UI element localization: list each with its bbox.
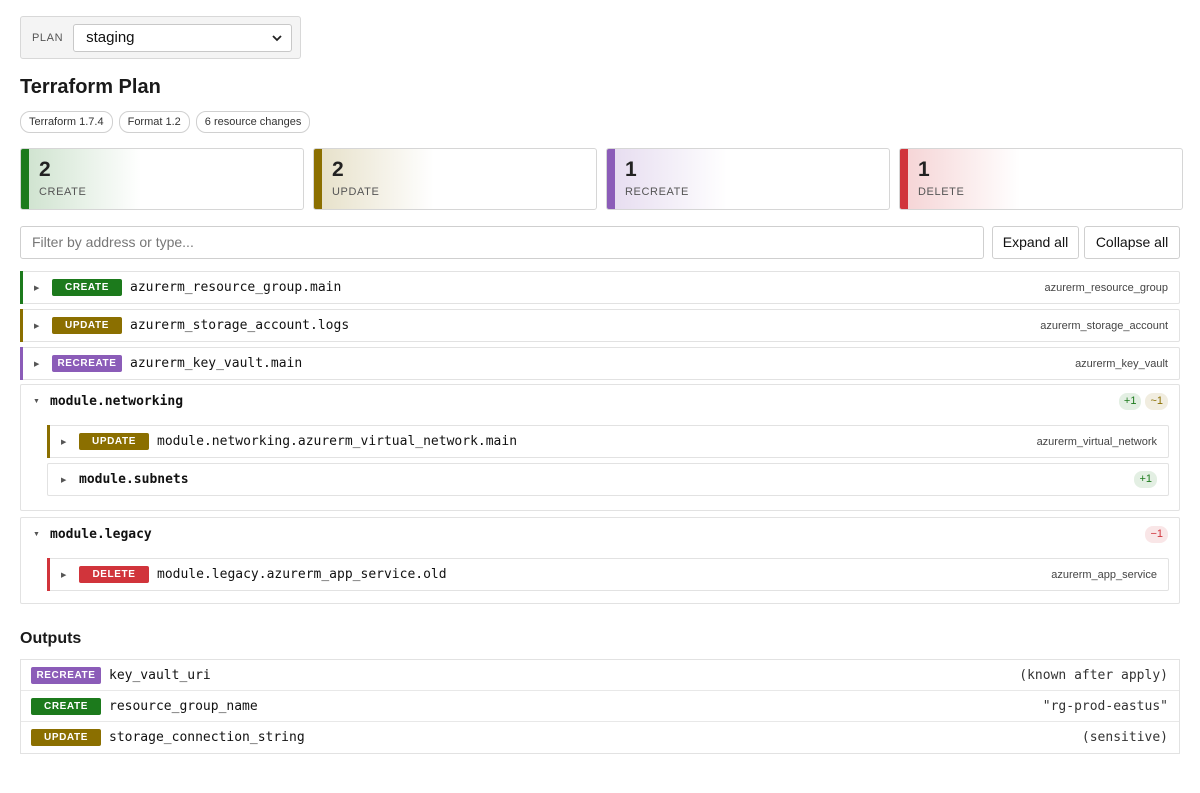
summary-label: UPDATE bbox=[332, 186, 380, 198]
meta-pills: Terraform 1.7.4 Format 1.2 6 resource ch… bbox=[20, 111, 311, 133]
output-name: resource_group_name bbox=[109, 698, 258, 714]
action-badge: CREATE bbox=[31, 697, 101, 715]
expand-arrow-icon[interactable]: ▶ bbox=[34, 322, 42, 330]
plan-select[interactable]: staging bbox=[73, 23, 293, 52]
collapse-arrow-icon[interactable]: ▼ bbox=[33, 398, 41, 405]
action-badge: DELETE bbox=[79, 566, 149, 583]
resource-address: azurerm_key_vault.main bbox=[130, 356, 303, 371]
action-badge: UPDATE bbox=[31, 729, 101, 746]
resource-type: azurerm_key_vault bbox=[1075, 357, 1168, 370]
action-badge: RECREATE bbox=[52, 355, 122, 372]
expand-arrow-icon[interactable]: ▶ bbox=[61, 438, 69, 446]
resource-changes-pill: 6 resource changes bbox=[195, 111, 311, 133]
output-row: CREATE resource_group_name "rg-prod-east… bbox=[21, 691, 1179, 722]
resource-type: azurerm_resource_group bbox=[1044, 281, 1168, 294]
summary-label: DELETE bbox=[918, 186, 965, 198]
output-row: RECREATE key_vault_uri (known after appl… bbox=[21, 660, 1179, 691]
expand-arrow-icon[interactable]: ▶ bbox=[61, 571, 69, 579]
plan-selector-panel: PLAN staging bbox=[20, 16, 301, 59]
resource-type: azurerm_app_service bbox=[1051, 568, 1157, 581]
count-badge: +1 bbox=[1118, 393, 1142, 410]
expand-arrow-icon[interactable]: ▶ bbox=[34, 360, 42, 368]
summary-label: CREATE bbox=[39, 186, 87, 198]
resource-row[interactable]: ▶ RECREATE azurerm_key_vault.main azurer… bbox=[20, 347, 1180, 380]
resource-type: azurerm_storage_account bbox=[1040, 319, 1168, 332]
action-badge: RECREATE bbox=[31, 666, 101, 684]
expand-all-button[interactable]: Expand all bbox=[992, 226, 1079, 259]
filter-input[interactable]: Filter by address or type... bbox=[20, 226, 984, 259]
output-row: UPDATE storage_connection_string (sensit… bbox=[21, 722, 1179, 753]
count-badge: −1 bbox=[1145, 526, 1168, 543]
summary-count: 2 bbox=[39, 158, 51, 181]
filter-toolbar: Filter by address or type... Expand all … bbox=[20, 226, 1180, 259]
summary-card-update: 2 UPDATE bbox=[313, 148, 597, 210]
summary-label: RECREATE bbox=[625, 186, 689, 198]
resource-row[interactable]: ▶ DELETE module.legacy.azurerm_app_servi… bbox=[47, 558, 1169, 591]
module-counts: +1 ~1 bbox=[1118, 393, 1168, 410]
action-badge: CREATE bbox=[52, 279, 122, 296]
collapse-arrow-icon[interactable]: ▼ bbox=[33, 531, 41, 538]
collapse-all-button[interactable]: Collapse all bbox=[1084, 226, 1180, 259]
output-value: (known after apply) bbox=[1019, 667, 1168, 683]
expand-arrow-icon[interactable]: ▶ bbox=[61, 476, 69, 484]
module-name: module.legacy bbox=[50, 526, 152, 542]
summary-count: 1 bbox=[918, 158, 930, 181]
module-name: module.networking bbox=[50, 393, 184, 409]
resource-address: module.legacy.azurerm_app_service.old bbox=[157, 567, 447, 582]
resource-row[interactable]: ▶ CREATE azurerm_resource_group.main azu… bbox=[20, 271, 1180, 304]
expand-arrow-icon[interactable]: ▶ bbox=[34, 284, 42, 292]
terraform-version-pill: Terraform 1.7.4 bbox=[20, 111, 113, 133]
output-value: "rg-prod-eastus" bbox=[1042, 698, 1168, 714]
summary-card-create: 2 CREATE bbox=[20, 148, 304, 210]
output-name: key_vault_uri bbox=[109, 667, 211, 683]
plan-select-value: staging bbox=[86, 29, 135, 46]
resource-type: azurerm_virtual_network bbox=[1036, 435, 1157, 448]
module-header[interactable]: ▼ module.legacy −1 bbox=[21, 518, 1179, 550]
outputs-table: RECREATE key_vault_uri (known after appl… bbox=[20, 659, 1180, 754]
summary-count: 2 bbox=[332, 158, 344, 181]
chevron-down-icon bbox=[272, 34, 282, 41]
resource-address: module.networking.azurerm_virtual_networ… bbox=[157, 434, 518, 449]
summary-count: 1 bbox=[625, 158, 637, 181]
module-header[interactable]: ▼ module.networking +1 ~1 bbox=[21, 385, 1179, 417]
action-badge: UPDATE bbox=[79, 433, 149, 450]
summary-card-recreate: 1 RECREATE bbox=[606, 148, 890, 210]
plan-label: PLAN bbox=[32, 31, 64, 44]
module-counts: −1 bbox=[1145, 526, 1168, 543]
summary-cards: 2 CREATE 2 UPDATE 1 RECREATE 1 DELETE bbox=[20, 148, 1183, 210]
action-badge: UPDATE bbox=[52, 317, 122, 334]
resource-row[interactable]: ▶ UPDATE module.networking.azurerm_virtu… bbox=[47, 425, 1169, 458]
resource-row[interactable]: ▶ UPDATE azurerm_storage_account.logs az… bbox=[20, 309, 1180, 342]
page-title: Terraform Plan bbox=[20, 76, 161, 98]
module-counts: +1 bbox=[1134, 471, 1157, 488]
output-value: (sensitive) bbox=[1081, 730, 1168, 745]
submodule-row[interactable]: ▶ module.subnets +1 bbox=[47, 463, 1169, 496]
summary-card-delete: 1 DELETE bbox=[899, 148, 1183, 210]
format-version-pill: Format 1.2 bbox=[118, 111, 190, 133]
resource-address: azurerm_storage_account.logs bbox=[130, 318, 350, 333]
count-badge: +1 bbox=[1134, 471, 1157, 488]
module-name: module.subnets bbox=[79, 472, 189, 487]
count-badge: ~1 bbox=[1145, 393, 1168, 410]
output-name: storage_connection_string bbox=[109, 730, 305, 745]
module-group-legacy: ▼ module.legacy −1 ▶ DELETE module.legac… bbox=[20, 517, 1180, 604]
resource-address: azurerm_resource_group.main bbox=[130, 280, 342, 295]
module-group-networking: ▼ module.networking +1 ~1 ▶ UPDATE modul… bbox=[20, 384, 1180, 511]
outputs-title: Outputs bbox=[20, 630, 82, 647]
